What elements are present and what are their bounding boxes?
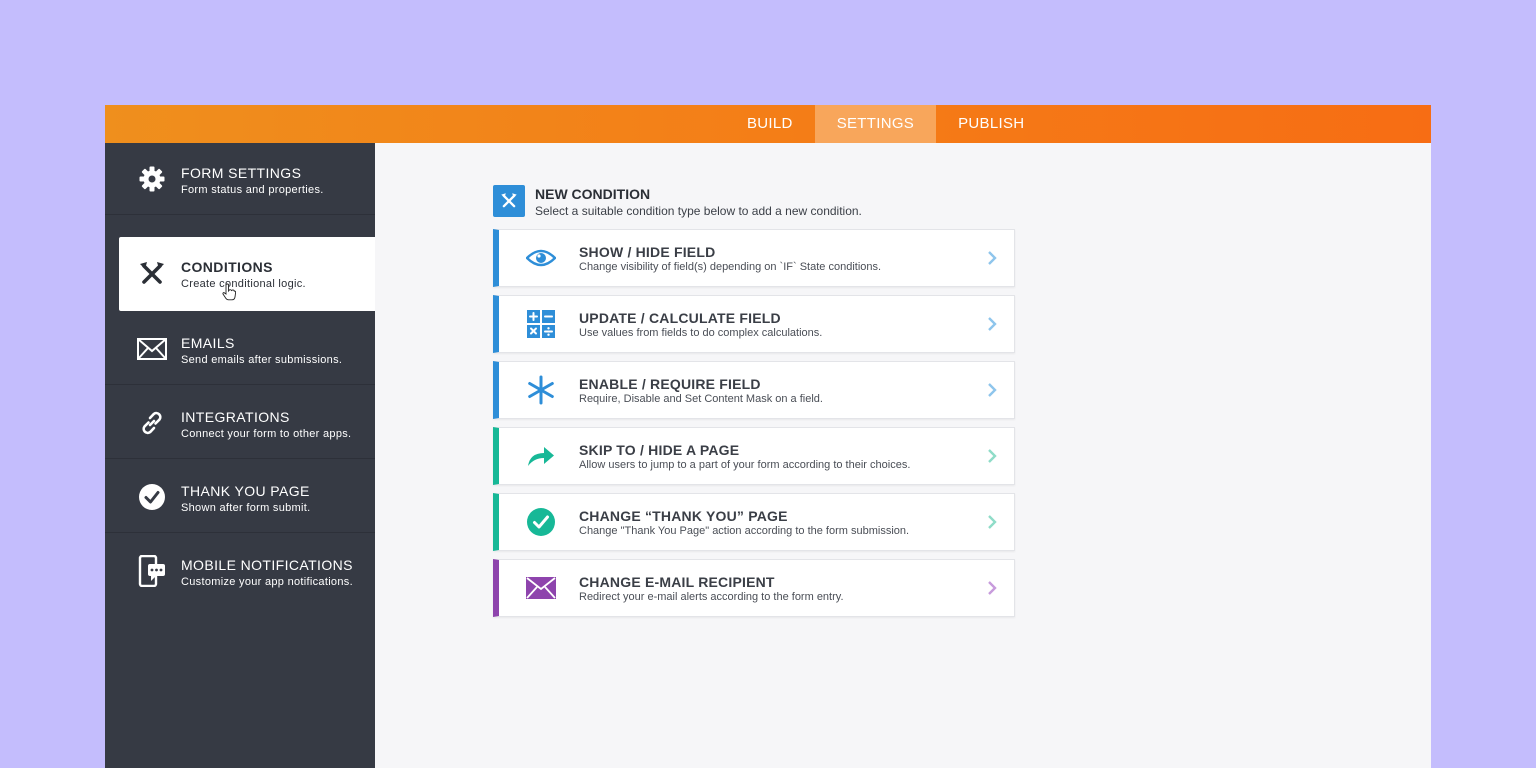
sidebar-item-emails[interactable]: EMAILS Send emails after submissions. xyxy=(105,313,375,385)
new-condition-title: NEW CONDITION xyxy=(535,186,651,202)
condition-card-title: SHOW / HIDE FIELD xyxy=(579,244,716,260)
mobile-notification-icon xyxy=(137,555,167,587)
chevron-right-icon xyxy=(988,317,997,331)
sidebar-item-subtitle: Send emails after submissions. xyxy=(181,354,343,366)
condition-card-subtitle: Require, Disable and Set Content Mask on… xyxy=(579,393,823,405)
sidebar-item-title: MOBILE NOTIFICATIONS xyxy=(181,557,353,573)
sidebar-item-conditions[interactable]: CONDITIONS Create conditional logic. xyxy=(119,237,375,311)
gear-icon xyxy=(137,164,167,194)
chevron-right-icon xyxy=(988,251,997,265)
chevron-right-icon xyxy=(988,581,997,595)
asterisk-icon xyxy=(525,374,557,406)
condition-card-change-email-recipient[interactable]: CHANGE E-MAIL RECIPIENT Redirect your e-… xyxy=(493,559,1015,617)
check-circle-icon xyxy=(137,482,167,512)
condition-card-title: SKIP TO / HIDE A PAGE xyxy=(579,442,740,458)
top-navigation-bar: BUILD SETTINGS PUBLISH xyxy=(105,105,1431,143)
new-condition-subtitle: Select a suitable condition type below t… xyxy=(535,204,862,218)
sidebar-item-subtitle: Connect your form to other apps. xyxy=(181,428,352,440)
tab-build[interactable]: BUILD xyxy=(725,105,815,143)
condition-card-subtitle: Redirect your e-mail alerts according to… xyxy=(579,591,844,603)
sidebar-item-integrations[interactable]: INTEGRATIONS Connect your form to other … xyxy=(105,387,375,459)
envelope-icon xyxy=(137,334,167,364)
calculator-icon xyxy=(525,308,557,340)
condition-card-update-calculate-field[interactable]: UPDATE / CALCULATE FIELD Use values from… xyxy=(493,295,1015,353)
condition-card-show-hide-field[interactable]: SHOW / HIDE FIELD Change visibility of f… xyxy=(493,229,1015,287)
conditions-icon xyxy=(137,259,167,289)
hand-cursor-icon xyxy=(222,283,236,301)
new-condition-icon xyxy=(493,185,525,217)
condition-card-title: UPDATE / CALCULATE FIELD xyxy=(579,310,781,326)
conditions-panel: NEW CONDITION Select a suitable conditio… xyxy=(375,143,1431,768)
condition-card-title: ENABLE / REQUIRE FIELD xyxy=(579,376,761,392)
sidebar-item-subtitle: Create conditional logic. xyxy=(181,278,306,290)
sidebar-item-mobile-notifications[interactable]: MOBILE NOTIFICATIONS Customize your app … xyxy=(105,535,375,607)
check-circle-icon xyxy=(525,506,557,538)
sidebar-item-title: CONDITIONS xyxy=(181,259,273,275)
sidebar-item-subtitle: Shown after form submit. xyxy=(181,502,311,514)
condition-card-skip-hide-page[interactable]: SKIP TO / HIDE A PAGE Allow users to jum… xyxy=(493,427,1015,485)
condition-card-title: CHANGE E-MAIL RECIPIENT xyxy=(579,574,775,590)
settings-sidebar: FORM SETTINGS Form status and properties… xyxy=(105,143,375,768)
link-icon xyxy=(137,408,167,438)
condition-card-subtitle: Use values from fields to do complex cal… xyxy=(579,327,823,339)
eye-icon xyxy=(525,242,557,274)
sidebar-item-title: FORM SETTINGS xyxy=(181,165,302,181)
condition-card-subtitle: Allow users to jump to a part of your fo… xyxy=(579,459,911,471)
chevron-right-icon xyxy=(988,449,997,463)
sidebar-item-subtitle: Customize your app notifications. xyxy=(181,576,353,588)
condition-card-subtitle: Change "Thank You Page" action according… xyxy=(579,525,910,537)
sidebar-item-title: INTEGRATIONS xyxy=(181,409,290,425)
sidebar-item-subtitle: Form status and properties. xyxy=(181,184,324,196)
arrow-forward-icon xyxy=(525,440,557,472)
condition-card-enable-require-field[interactable]: ENABLE / REQUIRE FIELD Require, Disable … xyxy=(493,361,1015,419)
condition-card-change-thank-you-page[interactable]: CHANGE “THANK YOU” PAGE Change "Thank Yo… xyxy=(493,493,1015,551)
condition-card-subtitle: Change visibility of field(s) depending … xyxy=(579,261,882,273)
condition-card-title: CHANGE “THANK YOU” PAGE xyxy=(579,508,788,524)
sidebar-item-thank-you-page[interactable]: THANK YOU PAGE Shown after form submit. xyxy=(105,461,375,533)
sidebar-item-title: THANK YOU PAGE xyxy=(181,483,310,499)
tab-settings[interactable]: SETTINGS xyxy=(814,105,937,143)
envelope-icon xyxy=(525,572,557,604)
sidebar-item-form-settings[interactable]: FORM SETTINGS Form status and properties… xyxy=(105,143,375,215)
top-tabs: BUILD SETTINGS PUBLISH xyxy=(725,105,1046,143)
sidebar-item-title: EMAILS xyxy=(181,335,235,351)
form-builder-window: BUILD SETTINGS PUBLISH FORM SETTINGS For… xyxy=(105,105,1431,768)
tab-publish[interactable]: PUBLISH xyxy=(936,105,1046,143)
chevron-right-icon xyxy=(988,515,997,529)
chevron-right-icon xyxy=(988,383,997,397)
